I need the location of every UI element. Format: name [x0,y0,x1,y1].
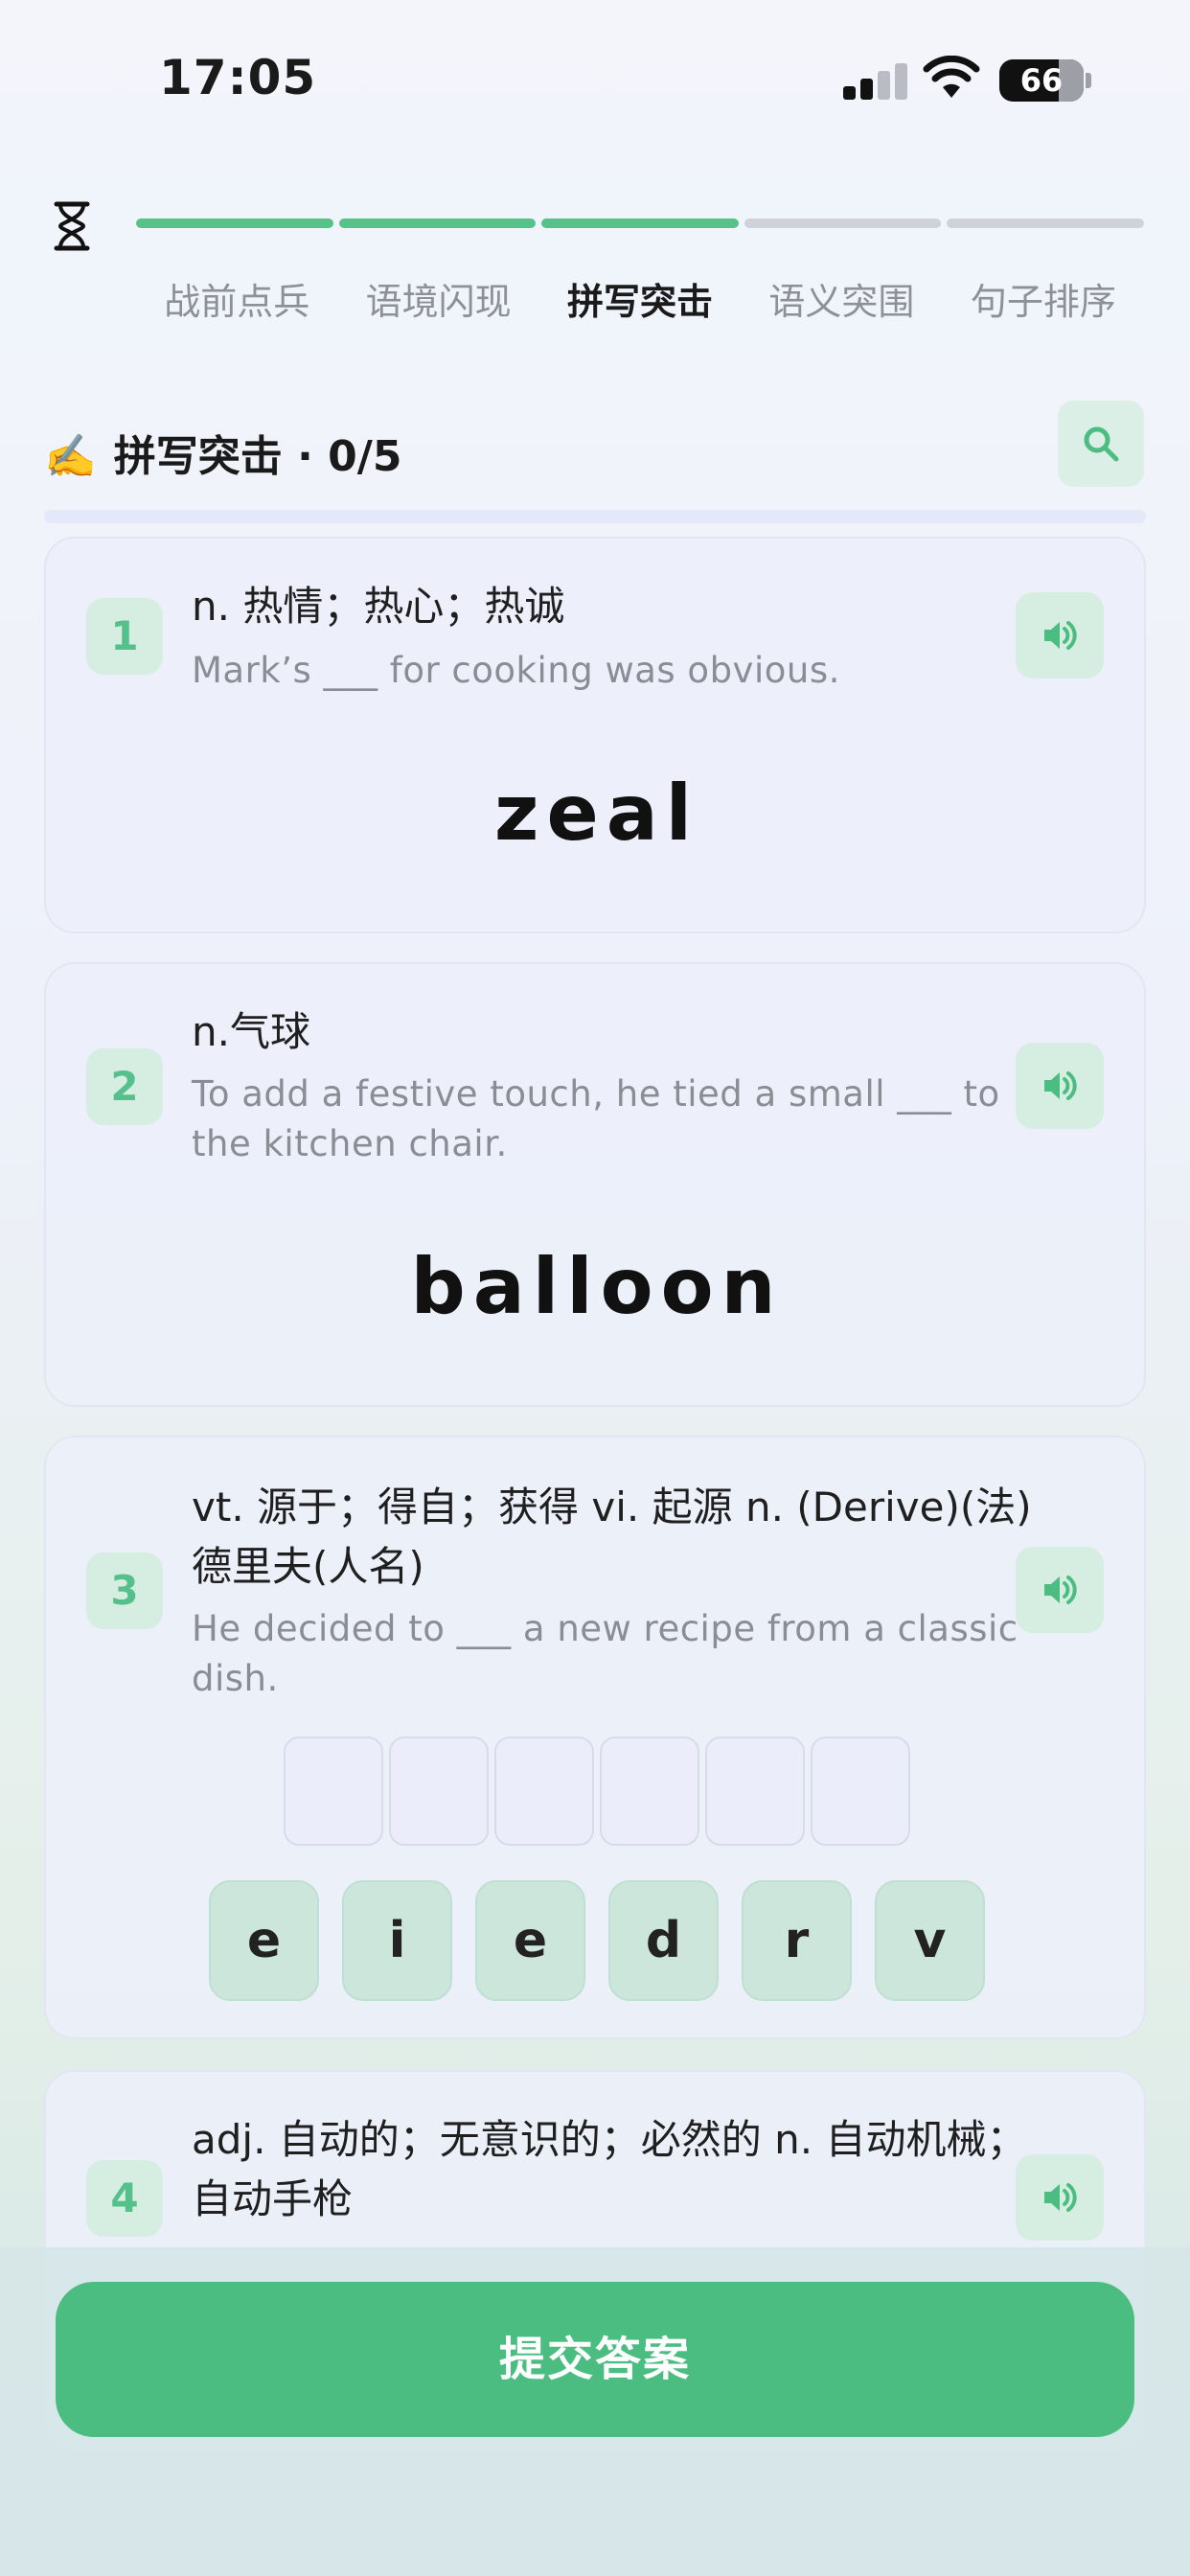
answer-slot[interactable] [494,1736,594,1846]
status-time: 17:05 [159,50,317,105]
search-icon [1084,426,1119,462]
letter-tile[interactable]: e [209,1880,319,2001]
card-number-badge: 3 [86,1552,163,1629]
step-label-4: 语义突围 [768,281,915,323]
letter-tile[interactable]: e [475,1880,585,2001]
card-example: He decided to ___ a new recipe from a cl… [192,1608,1018,1699]
search-button[interactable] [1058,401,1144,487]
card-example: To add a festive touch, he tied a small … [192,1073,1000,1164]
battery-icon: 66 [999,59,1084,102]
word-card-3: 3 vt. 源于；得自；获得 vi. 起源 n. (Derive)(法)德里夫(… [44,1436,1146,2039]
bottom-bar: 提交答案 [0,2247,1190,2576]
letter-tile[interactable]: i [342,1880,452,2001]
progress-segment [744,218,942,228]
card-example: Mark’s ___ for cooking was obvious. [192,650,840,691]
progress-header: 战前点兵 语境闪现 拼写突击 语义突围 句子排序 [0,172,1190,355]
writing-hand-icon: ✍️ [44,432,97,481]
answer-slots [284,1736,910,1846]
progress-segment [541,218,739,228]
letter-tile[interactable]: r [742,1880,852,2001]
card-meaning: adj. 自动的；无意识的；必然的 n. 自动机械；自动手枪 [192,2116,1027,2222]
pronounce-button[interactable] [1016,592,1104,678]
progress-segment [947,218,1144,228]
step-label-2: 语境闪现 [365,281,512,323]
step-label-3-active: 拼写突击 [567,281,714,323]
progress-segment [136,218,333,228]
card-meaning: vt. 源于；得自；获得 vi. 起源 n. (Derive)(法)德里夫(人名… [192,1484,1032,1590]
card-meaning: n.气球 [192,1008,310,1055]
card-number-badge: 1 [86,598,163,675]
word-card-2: 2 n.气球 To add a festive touch, he tied a… [44,962,1146,1407]
pronounce-button[interactable] [1016,1547,1104,1633]
section-divider [44,510,1146,523]
answer-slot[interactable] [389,1736,489,1846]
section-title: ✍️ 拼写突击 · 0/5 [44,422,401,483]
word-card-1: 1 n. 热情；热心；热诚 Mark’s ___ for cooking was… [44,537,1146,933]
answer-slot[interactable] [284,1736,383,1846]
cellular-signal-icon [843,63,908,100]
card-meaning: n. 热情；热心；热诚 [192,583,565,630]
hourglass-icon [54,201,90,251]
speaker-icon [1044,621,1077,650]
battery-tip [1086,73,1091,88]
submit-answer-button[interactable]: 提交答案 [56,2282,1134,2437]
section-title-text: 拼写突击 · 0/5 [113,432,402,481]
answer-word: balloon [410,1242,784,1331]
progress-bar [136,218,1144,230]
step-label-5: 句子排序 [970,281,1116,323]
letter-tile[interactable]: v [875,1880,985,2001]
answer-word: zeal [493,769,700,858]
pronounce-button[interactable] [1016,1043,1104,1129]
step-labels: 战前点兵 语境闪现 拼写突击 语义突围 句子排序 [136,272,1144,325]
speaker-icon [1044,1071,1077,1100]
speaker-icon [1044,1576,1077,1604]
wifi-icon [922,55,981,100]
pronounce-button[interactable] [1016,2154,1104,2241]
battery-level: 66 [1019,62,1064,99]
card-number-badge: 2 [86,1048,163,1125]
progress-segment [338,218,537,228]
answer-slot[interactable] [705,1736,805,1846]
speaker-icon [1044,2183,1077,2212]
status-bar: 17:05 66 [0,0,1190,158]
letter-tile[interactable]: d [608,1880,719,2001]
letter-tiles: e i e d r v [209,1880,985,2001]
step-label-1: 战前点兵 [164,281,310,323]
answer-slot[interactable] [811,1736,910,1846]
answer-slot[interactable] [600,1736,699,1846]
card-number-badge: 4 [86,2160,163,2237]
